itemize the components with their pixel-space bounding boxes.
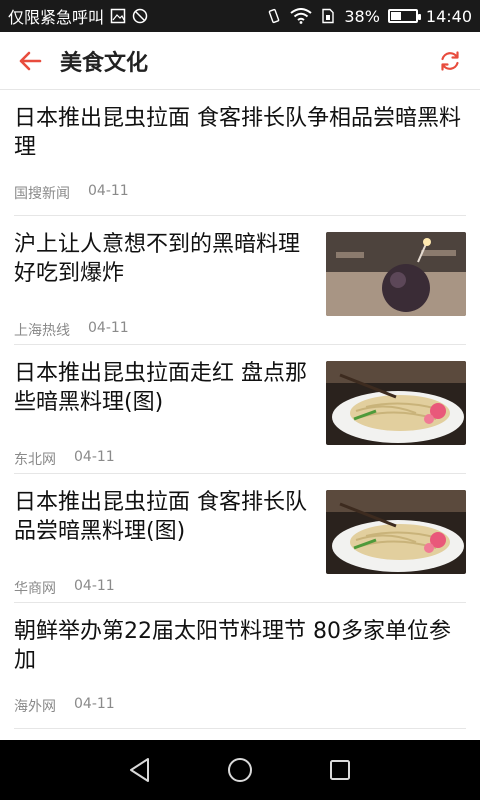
- news-meta: 华商网 04-11: [14, 578, 115, 598]
- news-title: 日本推出昆虫拉面 食客排长队争相品尝暗黑料理: [14, 106, 461, 160]
- status-bar: 仅限紧急呼叫 38% 14:40: [0, 0, 480, 32]
- news-title: 日本推出昆虫拉面走红 盘点那些暗黑料理(图): [14, 361, 307, 415]
- news-date: 04-11: [74, 449, 115, 465]
- news-item[interactable]: 日本推出昆虫拉面 食客排长队品尝暗黑料理(图) 华商网 04-11: [14, 474, 466, 603]
- triangle-back-icon: [130, 758, 149, 782]
- back-arrow-icon: [19, 51, 42, 70]
- news-source: 华商网: [14, 581, 56, 597]
- news-meta: 国搜新闻 04-11: [14, 183, 129, 203]
- news-meta: 东北网 04-11: [14, 449, 115, 469]
- news-date: 04-11: [74, 696, 115, 712]
- news-thumbnail: [326, 490, 466, 574]
- nav-recent-button[interactable]: [320, 750, 360, 790]
- clock: 14:40: [425, 6, 472, 26]
- square-recent-icon: [330, 760, 350, 780]
- nav-home-button[interactable]: [220, 750, 260, 790]
- news-title: 沪上让人意想不到的黑暗料理 好吃到爆炸: [14, 232, 301, 286]
- news-item[interactable]: 沪上让人意想不到的黑暗料理 好吃到爆炸 上海热线 04-11: [14, 216, 466, 345]
- news-title: 日本推出昆虫拉面 食客排长队品尝暗黑料理(图): [14, 490, 307, 544]
- news-meta: 上海热线 04-11: [14, 320, 129, 340]
- page-title: 美食文化: [60, 50, 149, 76]
- news-date: 04-11: [88, 320, 129, 336]
- news-meta: 海外网 04-11: [14, 696, 115, 716]
- refresh-button[interactable]: [420, 32, 480, 90]
- news-item[interactable]: 日本推出昆虫拉面 食客排长队争相品尝暗黑料理 国搜新闻 04-11: [14, 90, 466, 216]
- blocked-icon: [132, 8, 148, 24]
- wifi-icon: [290, 8, 312, 24]
- battery-icon: [387, 9, 421, 23]
- status-right: 38% 14:40: [266, 7, 472, 26]
- news-source: 海外网: [14, 699, 56, 715]
- image-icon: [110, 8, 126, 24]
- news-title: 朝鲜举办第22届太阳节料理节 80多家单位参加: [14, 619, 451, 673]
- news-source: 东北网: [14, 452, 56, 468]
- carrier-text: 仅限紧急呼叫: [8, 8, 105, 27]
- vibrate-icon: [269, 8, 280, 24]
- app-header: 美食文化: [0, 32, 480, 90]
- circle-home-icon: [228, 758, 252, 782]
- back-button[interactable]: [0, 32, 60, 90]
- news-source: 上海热线: [14, 323, 70, 339]
- news-item[interactable]: 日本推出昆虫拉面走红 盘点那些暗黑料理(图) 东北网 04-11: [14, 345, 466, 474]
- status-left: 仅限紧急呼叫: [8, 4, 148, 28]
- news-thumbnail: [326, 361, 466, 445]
- news-item[interactable]: 朝鲜举办第22届太阳节料理节 80多家单位参加 海外网 04-11: [14, 603, 466, 729]
- system-nav-bar: [0, 740, 480, 800]
- news-thumbnail: [326, 232, 466, 316]
- news-date: 04-11: [88, 183, 129, 199]
- news-source: 国搜新闻: [14, 186, 70, 202]
- news-date: 04-11: [74, 578, 115, 594]
- refresh-icon: [441, 50, 459, 71]
- nav-back-button[interactable]: [120, 750, 160, 790]
- battery-percent: 38%: [344, 6, 380, 26]
- news-feed[interactable]: 日本推出昆虫拉面 食客排长队争相品尝暗黑料理 国搜新闻 04-11 沪上让人意想…: [0, 90, 480, 740]
- sim-icon: [322, 8, 335, 24]
